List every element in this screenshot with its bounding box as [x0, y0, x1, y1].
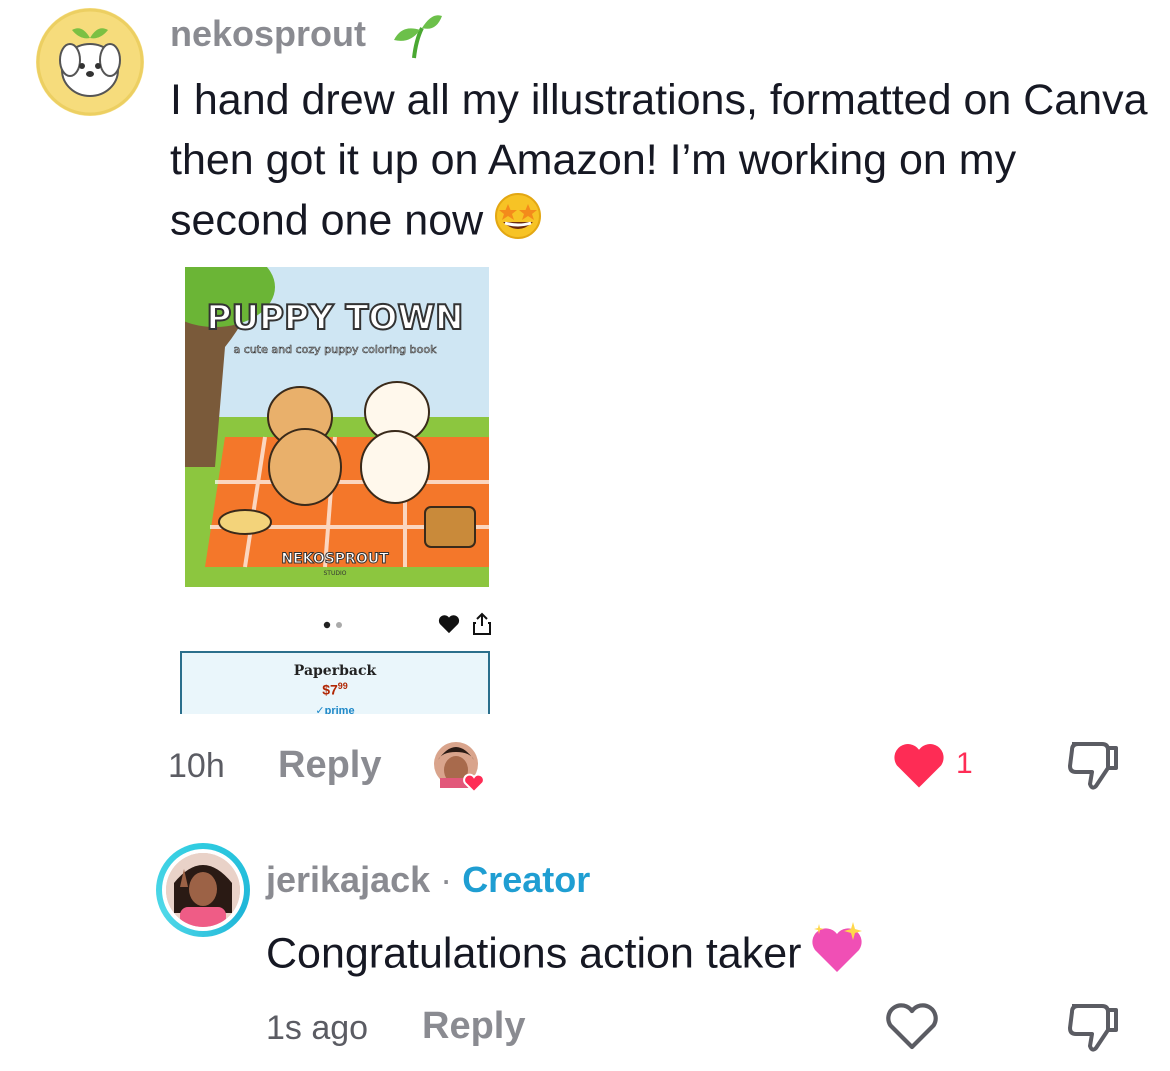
dislike-button-2[interactable] — [1062, 1000, 1122, 1059]
like-button[interactable] — [892, 740, 946, 795]
reply-username[interactable]: jerikajack — [266, 859, 430, 900]
book-subtitle: a cute and cozy puppy coloring book — [234, 343, 438, 356]
prime-label: ✓prime — [315, 704, 355, 714]
heart-filled-icon — [894, 744, 944, 788]
book-brand-sub: STUDIO — [324, 570, 347, 577]
dog-avatar-icon — [36, 8, 144, 116]
reply-timestamp: 1s ago — [266, 1009, 369, 1047]
separator-dot: · — [440, 859, 453, 900]
carousel-dots-icon — [323, 621, 342, 629]
sparkling-heart-emoji-icon — [809, 920, 867, 992]
price-box: Paperback $799 ✓prime — [180, 651, 490, 714]
dislike-button[interactable] — [1062, 738, 1122, 797]
reply-button[interactable]: Reply — [278, 740, 381, 790]
reply-body: Congratulations action taker — [266, 929, 802, 978]
reply-text: Congratulations action taker — [266, 920, 867, 992]
avatar-reply[interactable] — [156, 843, 250, 937]
share-icon — [473, 612, 491, 635]
format-label: Paperback — [293, 663, 377, 679]
thumbs-down-icon — [1068, 1004, 1118, 1052]
avatar[interactable] — [36, 8, 144, 116]
thumbs-down-icon — [1068, 742, 1118, 790]
comment-body: I hand drew all my illustrations, format… — [170, 76, 1148, 245]
attached-image[interactable]: PUPPY TOWN a cute and cozy puppy colorin… — [180, 262, 500, 714]
user-photo-icon — [166, 853, 240, 927]
like-button-2[interactable] — [884, 1000, 940, 1057]
reply-author: jerikajack · Creator — [266, 858, 590, 902]
creator-liked-avatar — [432, 740, 486, 794]
star-struck-emoji-icon — [491, 190, 545, 256]
comment-timestamp: 10h — [168, 747, 225, 785]
reply-button-2[interactable]: Reply — [422, 1001, 525, 1051]
book-cover-image: PUPPY TOWN a cute and cozy puppy colorin… — [185, 267, 489, 587]
book-brand: NEKOSPROUT — [281, 551, 389, 567]
like-count: 1 — [956, 747, 973, 780]
price: $799 — [322, 681, 348, 698]
creator-badge: Creator — [462, 859, 591, 900]
heart-icon — [438, 615, 460, 634]
book-title: PUPPY TOWN — [207, 298, 464, 338]
sprout-emoji-icon — [392, 12, 444, 60]
comment-username[interactable]: nekosprout — [170, 12, 366, 56]
comment-text: I hand drew all my illustrations, format… — [170, 70, 1150, 256]
heart-outline-icon — [886, 1003, 938, 1050]
